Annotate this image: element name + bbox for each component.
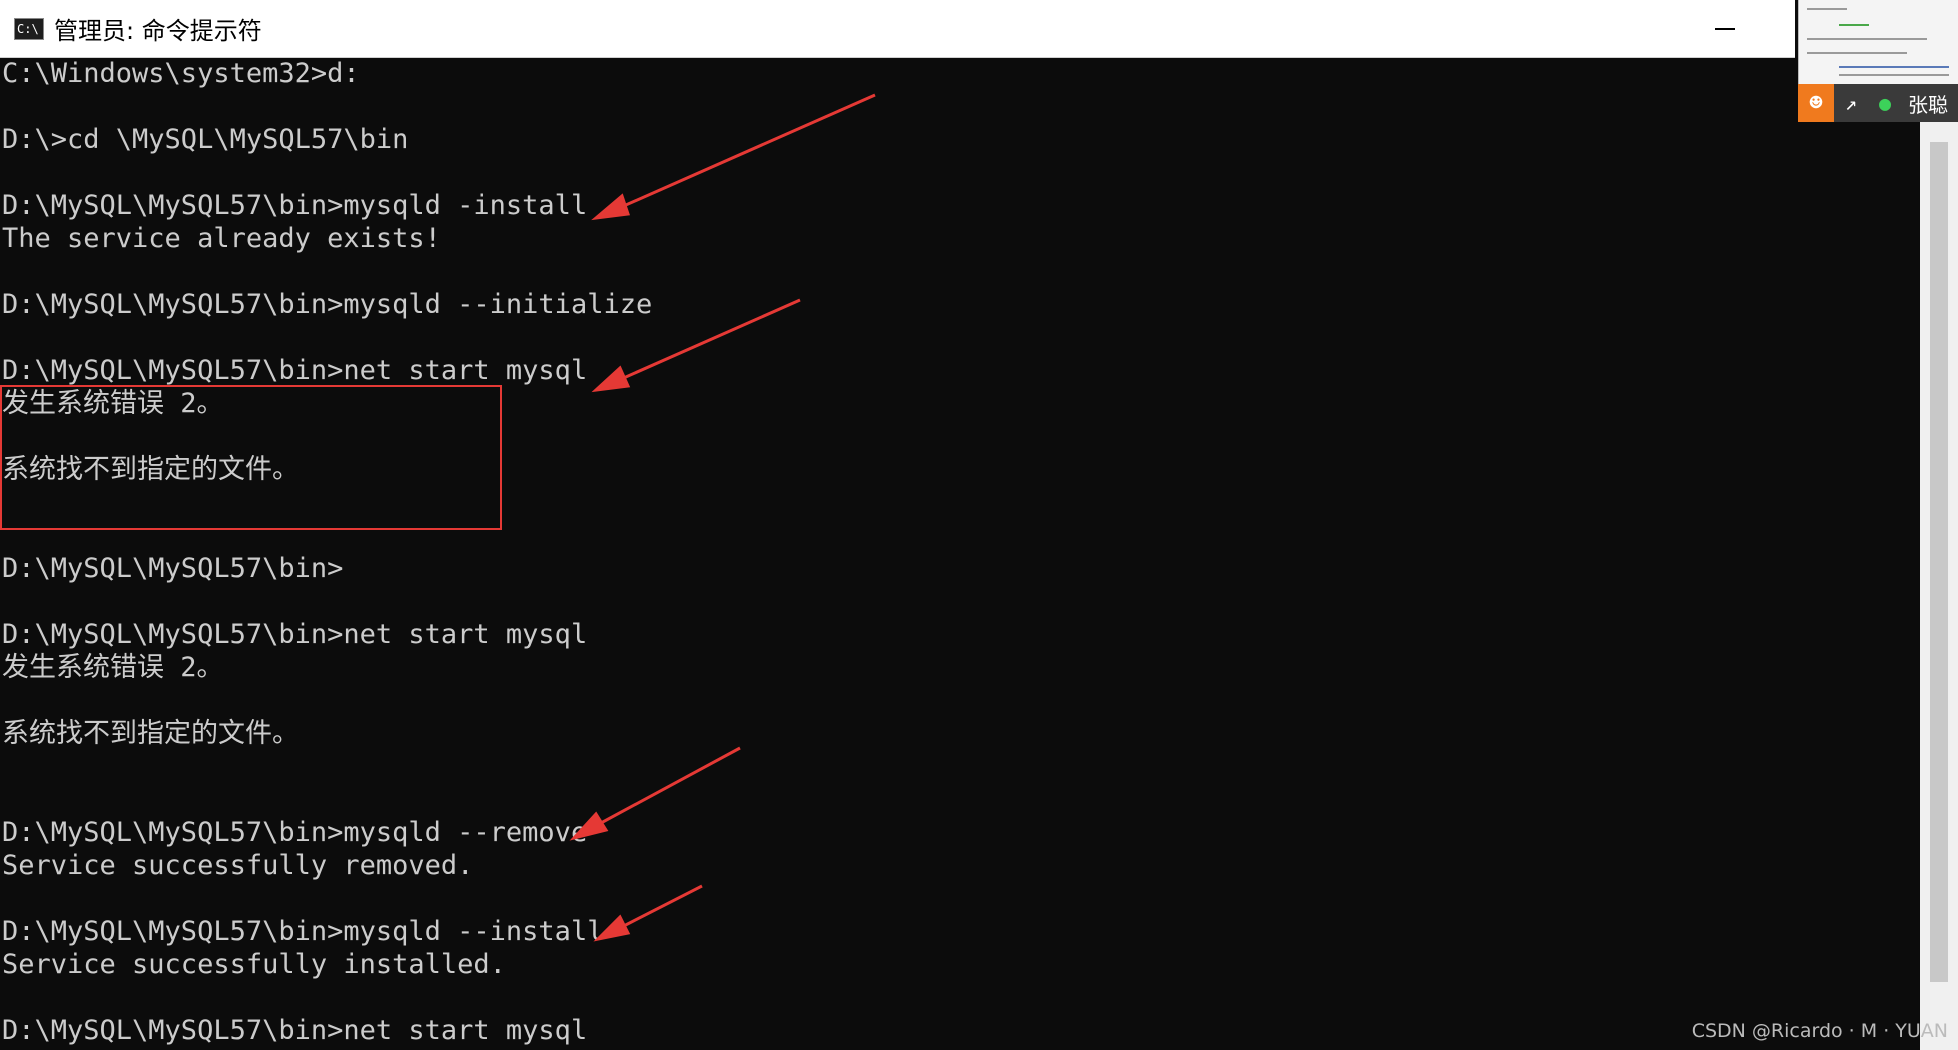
- console-line: Service successfully removed.: [2, 850, 474, 881]
- console-line: Service successfully installed.: [2, 949, 506, 980]
- thumb-line: [1807, 8, 1847, 10]
- minimize-button[interactable]: [1705, 12, 1745, 46]
- console-line: D:\>cd \MySQL\MySQL57\bin: [2, 124, 409, 155]
- error-highlight-box: [0, 385, 502, 530]
- vertical-scrollbar[interactable]: [1920, 122, 1958, 1050]
- console-line: The service already exists!: [2, 223, 441, 254]
- share-icon[interactable]: ↗: [1834, 84, 1868, 122]
- user-icon[interactable]: ☻: [1798, 84, 1834, 122]
- minimize-icon: [1715, 28, 1735, 30]
- console-line: D:\MySQL\MySQL57\bin>mysqld -install: [2, 190, 588, 221]
- console-line: D:\MySQL\MySQL57\bin>net start mysql: [2, 619, 588, 650]
- window-title: 管理员: 命令提示符: [54, 17, 262, 45]
- mic-icon[interactable]: ●: [1868, 84, 1902, 122]
- console-line: D:\MySQL\MySQL57\bin>: [2, 553, 344, 584]
- console-line: D:\MySQL\MySQL57\bin>net start mysql: [2, 1015, 588, 1046]
- scrollbar-thumb[interactable]: [1930, 142, 1948, 982]
- console-line: D:\MySQL\MySQL57\bin>mysqld --install: [2, 916, 604, 947]
- thumb-line: [1807, 52, 1907, 54]
- title-bar: C:\ 管理员: 命令提示符: [0, 0, 1795, 58]
- console-line: 系统找不到指定的文件。: [2, 718, 299, 749]
- console-line: D:\MySQL\MySQL57\bin>mysqld --remove: [2, 817, 588, 848]
- console-line: 发生系统错误 2。: [2, 652, 224, 683]
- cmd-icon: C:\: [14, 17, 44, 40]
- console-line: D:\MySQL\MySQL57\bin>net start mysql: [2, 355, 588, 386]
- thumb-line: [1807, 38, 1927, 40]
- thumb-line: [1839, 66, 1949, 68]
- meeting-user-name: 张聪: [1908, 92, 1948, 117]
- thumb-line: [1839, 24, 1869, 26]
- console-line: D:\MySQL\MySQL57\bin>mysqld --initialize: [2, 289, 653, 320]
- console-output[interactable]: C:\Windows\system32>d: D:\>cd \MySQL\MySQ…: [2, 57, 1792, 1047]
- watermark: CSDN @Ricardo · M · YUAN: [1691, 1020, 1948, 1042]
- meeting-toolbar: ☻ ↗ ● 张聪: [1798, 84, 1958, 122]
- console-line: C:\Windows\system32>d:: [2, 58, 360, 89]
- thumb-line: [1839, 74, 1949, 76]
